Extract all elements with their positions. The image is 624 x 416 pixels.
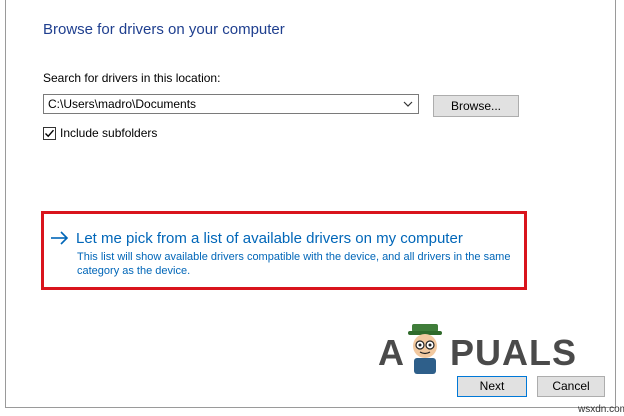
page-title: Browse for drivers on your computer <box>43 21 285 38</box>
next-button[interactable]: Next <box>457 376 527 397</box>
mascot-logo <box>408 324 442 374</box>
dialog-border-bottom <box>5 407 616 408</box>
include-subfolders-label[interactable]: Include subfolders <box>60 126 157 140</box>
watermark-brand-right: PUALS <box>450 332 578 373</box>
arrow-right-icon[interactable] <box>50 230 70 246</box>
pick-from-list-description[interactable]: This list will show available drivers co… <box>77 250 523 278</box>
include-subfolders-checkbox[interactable] <box>43 127 56 140</box>
checkmark-icon <box>45 129 55 138</box>
dialog-border-left <box>5 0 6 408</box>
browse-button[interactable]: Browse... <box>433 95 519 117</box>
chevron-down-icon[interactable] <box>403 98 413 110</box>
watermark-brand-left: A <box>378 332 405 373</box>
pick-from-list-link[interactable]: Let me pick from a list of available dri… <box>76 230 463 247</box>
site-watermark: wsxdn.com <box>578 404 624 415</box>
dialog-border-right <box>615 0 616 408</box>
driver-path-value[interactable]: C:\Users\madro\Documents <box>48 97 196 111</box>
driver-browse-dialog: Browse for drivers on your computer Sear… <box>0 0 624 416</box>
cancel-button[interactable]: Cancel <box>537 376 605 397</box>
search-location-label: Search for drivers in this location: <box>43 71 221 85</box>
appuals-watermark: A PUALS <box>378 322 588 378</box>
driver-path-combobox[interactable]: C:\Users\madro\Documents <box>43 94 419 114</box>
